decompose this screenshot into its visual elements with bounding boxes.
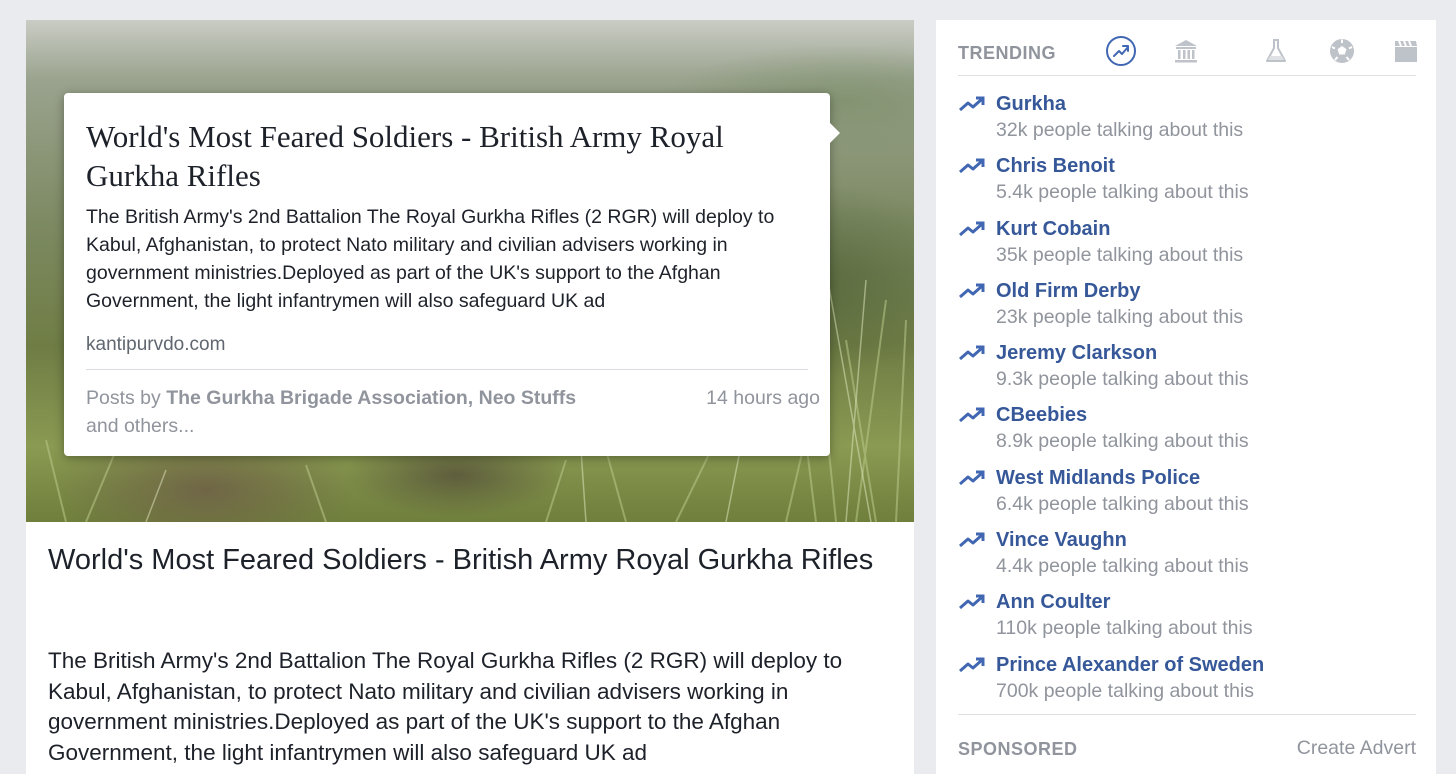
popover-divider bbox=[86, 369, 808, 370]
trending-topic-name[interactable]: Old Firm Derby bbox=[996, 279, 1140, 303]
trending-arrow-icon bbox=[959, 221, 985, 236]
posts-by-names[interactable]: The Gurkha Brigade Association, Neo Stuf… bbox=[166, 387, 576, 409]
posts-by-prefix: Posts by bbox=[86, 387, 167, 409]
trending-arrow-icon bbox=[959, 345, 985, 361]
trending-item[interactable]: Kurt Cobain 35k people talking about thi… bbox=[958, 217, 1416, 279]
science-icon[interactable] bbox=[1260, 35, 1292, 67]
popover-timestamp: 14 hours ago bbox=[706, 387, 820, 409]
entertainment-icon[interactable] bbox=[1390, 35, 1422, 67]
trending-item[interactable]: Old Firm Derby 23k people talking about … bbox=[958, 279, 1416, 341]
trending-topic-count: 8.9k people talking about this bbox=[996, 430, 1249, 453]
trending-item[interactable]: West Midlands Police 6.4k people talking… bbox=[958, 466, 1416, 528]
posts-by-suffix[interactable]: and others... bbox=[86, 415, 194, 437]
trending-topic-count: 5.4k people talking about this bbox=[996, 181, 1249, 204]
trending-item[interactable]: Prince Alexander of Sweden 700k people t… bbox=[958, 653, 1416, 715]
trending-arrow-icon bbox=[959, 407, 985, 423]
popover-source-domain: kantipurvdo.com bbox=[86, 334, 226, 355]
trending-topic-count: 32k people talking about this bbox=[996, 119, 1244, 141]
trending-sidebar: TRENDING Gurkha 32k people talking about… bbox=[936, 20, 1436, 774]
trending-arrow-icon bbox=[959, 158, 985, 174]
popover-title[interactable]: World's Most Feared Soldiers - British A… bbox=[86, 117, 786, 195]
trending-topic-count: 35k people talking about this bbox=[996, 243, 1244, 266]
trending-topic-name[interactable]: Jeremy Clarkson bbox=[996, 341, 1157, 365]
trending-item[interactable]: Chris Benoit 5.4k people talking about t… bbox=[958, 154, 1416, 216]
trending-topic-count: 110k people talking about this bbox=[996, 617, 1253, 640]
trending-topic-name[interactable]: Kurt Cobain bbox=[996, 217, 1110, 241]
trending-arrow-icon bbox=[959, 470, 985, 485]
trending-item[interactable]: CBeebies 8.9k people talking about this bbox=[958, 403, 1416, 465]
trending-arrow-icon bbox=[959, 532, 985, 548]
trending-arrow-icon bbox=[959, 594, 985, 610]
sponsored-divider bbox=[958, 714, 1416, 715]
trending-topic-count: 6.4k people talking about this bbox=[996, 492, 1249, 515]
create-advert-link[interactable]: Create Advert bbox=[1297, 737, 1416, 760]
trending-topic-name[interactable]: Vince Vaughn bbox=[996, 528, 1127, 552]
link-description: The British Army's 2nd Battalion The Roy… bbox=[48, 648, 843, 765]
trending-topic-name[interactable]: Chris Benoit bbox=[996, 154, 1115, 178]
popover-description: The British Army's 2nd Battalion The Roy… bbox=[86, 206, 775, 312]
trending-topic-name[interactable]: Prince Alexander of Sweden bbox=[996, 653, 1264, 677]
popover-posts-by: Posts by The Gurkha Brigade Association,… bbox=[86, 384, 586, 440]
sponsored-label: SPONSORED bbox=[958, 739, 1078, 759]
trending-topic-count: 23k people talking about this bbox=[996, 305, 1244, 328]
trending-arrow-icon bbox=[959, 283, 985, 299]
trending-label: TRENDING bbox=[958, 43, 1056, 63]
trending-topic-count: 4.4k people talking about this bbox=[996, 555, 1249, 578]
link-title[interactable]: World's Most Feared Soldiers - British A… bbox=[48, 542, 898, 579]
trending-list: Gurkha 32k people talking about this Chr… bbox=[958, 92, 1416, 715]
trending-icon[interactable] bbox=[1106, 36, 1136, 66]
trending-topic-name[interactable]: Ann Coulter bbox=[996, 590, 1110, 614]
trending-topic-name[interactable]: CBeebies bbox=[996, 403, 1087, 427]
trending-item[interactable]: Jeremy Clarkson 9.3k people talking abou… bbox=[958, 341, 1416, 403]
trending-topic-name[interactable]: Gurkha bbox=[996, 92, 1066, 116]
link-hover-popover: World's Most Feared Soldiers - British A… bbox=[64, 93, 840, 456]
link-post-card: World's Most Feared Soldiers - British A… bbox=[26, 20, 914, 774]
trending-arrow-icon bbox=[959, 657, 985, 672]
trending-topic-count: 700k people talking about this bbox=[996, 679, 1255, 702]
trending-item[interactable]: Gurkha 32k people talking about this bbox=[958, 92, 1416, 154]
trending-topic-name[interactable]: West Midlands Police bbox=[996, 466, 1200, 490]
sports-icon[interactable] bbox=[1326, 35, 1358, 67]
link-preview-image[interactable]: World's Most Feared Soldiers - British A… bbox=[26, 20, 914, 522]
trending-arrow-icon bbox=[959, 96, 985, 112]
politics-icon[interactable] bbox=[1170, 35, 1202, 67]
trending-item[interactable]: Vince Vaughn 4.4k people talking about t… bbox=[958, 528, 1416, 590]
trending-item[interactable]: Ann Coulter 110k people talking about th… bbox=[958, 590, 1416, 652]
trending-topic-count: 9.3k people talking about this bbox=[996, 368, 1249, 391]
trending-header: TRENDING bbox=[958, 20, 1417, 76]
